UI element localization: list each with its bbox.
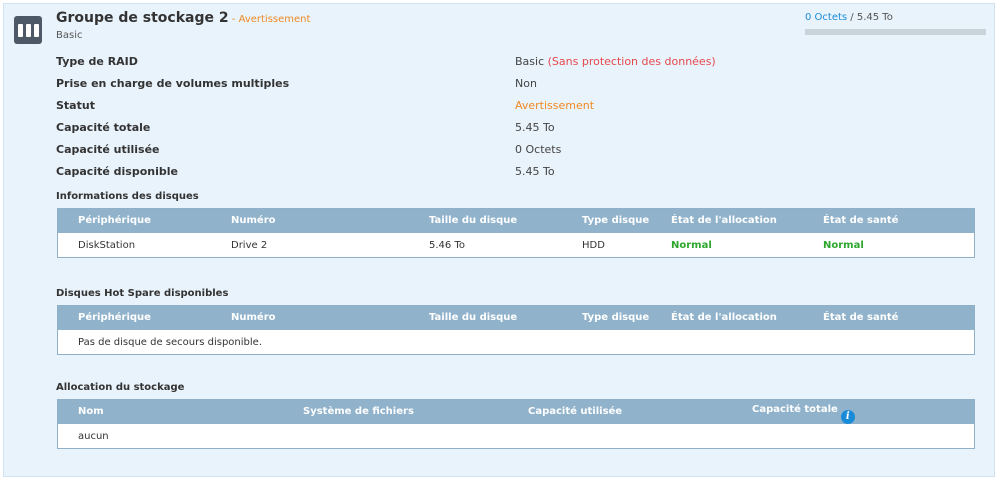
property-label: Prise en charge de volumes multiples (56, 77, 290, 90)
column-header[interactable]: État de l'allocation (671, 215, 777, 226)
cell-type: HDD (582, 240, 605, 251)
cell-size: 5.46 To (429, 240, 465, 251)
column-header[interactable]: Type disque (582, 215, 649, 226)
info-icon[interactable]: i (840, 410, 855, 424)
property-label: Type de RAID (56, 55, 138, 68)
cell-device: DiskStation (78, 240, 136, 251)
status-value: Avertissement (515, 99, 595, 112)
column-header[interactable]: État de santé (823, 215, 898, 226)
property-value: Basic (Sans protection des données) (515, 55, 716, 68)
table-header: Périphérique Numéro Taille du disque Typ… (58, 209, 974, 233)
table-row[interactable]: aucun (58, 424, 974, 448)
cell-allocation-status: Normal (671, 240, 712, 251)
column-header[interactable]: Nom (78, 406, 104, 417)
property-value: 5.45 To (515, 121, 555, 134)
usage-used: 0 Octets (805, 12, 848, 23)
cell-name: aucun (78, 431, 109, 442)
cell-health-status: Normal (823, 240, 864, 251)
property-row-available-capacity: Capacité disponible 5.45 To (56, 162, 956, 184)
column-header[interactable]: Capacité utilisée (528, 406, 622, 417)
cell-number: Drive 2 (231, 240, 268, 251)
property-row-total-capacity: Capacité totale 5.45 To (56, 118, 956, 140)
table-row[interactable]: DiskStation Drive 2 5.46 To HDD Normal N… (58, 233, 974, 257)
column-header[interactable]: État de l'allocation (671, 312, 777, 323)
usage-total: 5.45 To (856, 12, 893, 23)
column-header[interactable]: État de santé (823, 312, 898, 323)
column-header: Capacité totale (752, 404, 838, 415)
column-header[interactable]: Taille du disque (429, 312, 517, 323)
property-label: Capacité utilisée (56, 143, 160, 156)
column-header[interactable]: Périphérique (78, 312, 151, 323)
title-separator: - (228, 14, 239, 25)
allocation-section-title: Allocation du stockage (56, 382, 185, 393)
storage-pool-icon (14, 16, 42, 44)
empty-row: Pas de disque de secours disponible. (58, 330, 974, 354)
property-label: Capacité disponible (56, 165, 178, 178)
property-row-raid-type: Type de RAID Basic (Sans protection des … (56, 52, 956, 74)
hotspare-section-title: Disques Hot Spare disponibles (56, 288, 229, 299)
property-value: 5.45 To (515, 165, 555, 178)
column-header[interactable]: Numéro (231, 215, 276, 226)
property-value: 0 Octets (515, 143, 562, 156)
property-row-status: Statut Avertissement (56, 96, 956, 118)
property-label: Statut (56, 99, 95, 112)
pool-title: Groupe de stockage 2 (56, 10, 229, 26)
table-header: Nom Système de fichiers Capacité utilisé… (58, 400, 974, 424)
properties-list: Type de RAID Basic (Sans protection des … (56, 52, 956, 184)
table-header: Périphérique Numéro Taille du disque Typ… (58, 306, 974, 330)
column-header[interactable]: Système de fichiers (303, 406, 414, 417)
property-row-multi-volume: Prise en charge de volumes multiples Non (56, 74, 956, 96)
column-header-total[interactable]: Capacité totale i (752, 404, 855, 424)
usage-progress-bar (805, 29, 986, 35)
pool-title-row: Groupe de stockage 2 - Avertissement (56, 10, 310, 26)
column-header[interactable]: Taille du disque (429, 215, 517, 226)
allocation-table: Nom Système de fichiers Capacité utilisé… (57, 399, 975, 449)
empty-message: Pas de disque de secours disponible. (78, 337, 262, 348)
raid-type-value: Basic (515, 55, 545, 68)
usage-separator: / (847, 12, 857, 23)
pool-status-warning: Avertissement (238, 14, 311, 25)
raid-protection-note: (Sans protection des données) (547, 55, 716, 68)
pool-subtitle: Basic (56, 30, 83, 41)
disks-section-title: Informations des disques (56, 191, 199, 202)
property-label: Capacité totale (56, 121, 151, 134)
column-header[interactable]: Périphérique (78, 215, 151, 226)
property-row-used-capacity: Capacité utilisée 0 Octets (56, 140, 956, 162)
column-header[interactable]: Type disque (582, 312, 649, 323)
storage-pool-panel: Groupe de stockage 2 - Avertissement Bas… (3, 3, 995, 477)
disks-table: Périphérique Numéro Taille du disque Typ… (57, 208, 975, 258)
usage-summary: 0 Octets / 5.45 To (805, 12, 893, 23)
hotspare-table: Périphérique Numéro Taille du disque Typ… (57, 305, 975, 355)
column-header[interactable]: Numéro (231, 312, 276, 323)
property-value: Non (515, 77, 537, 90)
